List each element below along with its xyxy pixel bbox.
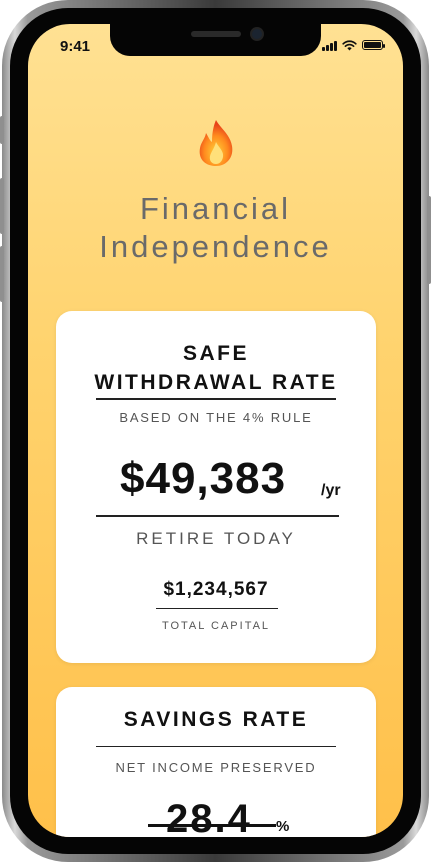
- savings-rate-card[interactable]: SAVINGS RATE NET INCOME PRESERVED 28.4 %: [56, 687, 376, 837]
- withdrawal-title-line1: SAFE: [182, 342, 249, 365]
- app-title-line1: Financial: [139, 191, 292, 226]
- withdrawal-title-line2: WITHDRAWAL RATE: [94, 371, 338, 394]
- total-capital-value[interactable]: $1,234,567: [56, 579, 376, 601]
- savings-value-strike: [148, 824, 276, 827]
- savings-subtitle: NET INCOME PRESERVED: [115, 760, 317, 775]
- wifi-icon: [342, 39, 357, 50]
- status-icons: [322, 39, 385, 51]
- volume-up-button: [0, 178, 4, 234]
- savings-card-title: SAVINGS RATE: [123, 708, 309, 731]
- app-title: Financial Independence: [28, 190, 403, 266]
- capital-underline: [156, 608, 278, 609]
- savings-rate-unit: %: [276, 818, 290, 835]
- cellular-signal-icon: [322, 40, 337, 51]
- app-title-line2: Independence: [99, 229, 332, 264]
- speaker: [191, 31, 241, 37]
- battery-icon: [362, 40, 385, 50]
- withdrawal-amount-unit: /yr: [321, 482, 341, 499]
- withdrawal-rate-card[interactable]: SAFE WITHDRAWAL RATE BASED ON THE 4% RUL…: [56, 311, 376, 663]
- withdrawal-subtitle: BASED ON THE 4% RULE: [119, 410, 313, 425]
- fire-icon: [199, 120, 233, 166]
- power-button: [427, 196, 431, 284]
- withdrawal-card-title: SAFE WITHDRAWAL RATE: [56, 339, 376, 397]
- notch: [110, 24, 321, 56]
- app-screen: 9:41 Financial Independence SAFE WITHDRA…: [28, 24, 403, 837]
- savings-rate-value[interactable]: 28.4: [166, 797, 252, 837]
- amount-underline: [96, 515, 339, 517]
- volume-down-button: [0, 246, 4, 302]
- total-capital-label: TOTAL CAPITAL: [161, 620, 271, 632]
- status-time: 9:41: [60, 38, 91, 55]
- withdrawal-amount: $49,383: [120, 454, 287, 503]
- silent-switch: [0, 116, 4, 144]
- camera: [252, 29, 262, 39]
- title-divider: [96, 398, 336, 400]
- savings-title-divider: [96, 746, 336, 747]
- retire-today-label: RETIRE TODAY: [136, 529, 296, 548]
